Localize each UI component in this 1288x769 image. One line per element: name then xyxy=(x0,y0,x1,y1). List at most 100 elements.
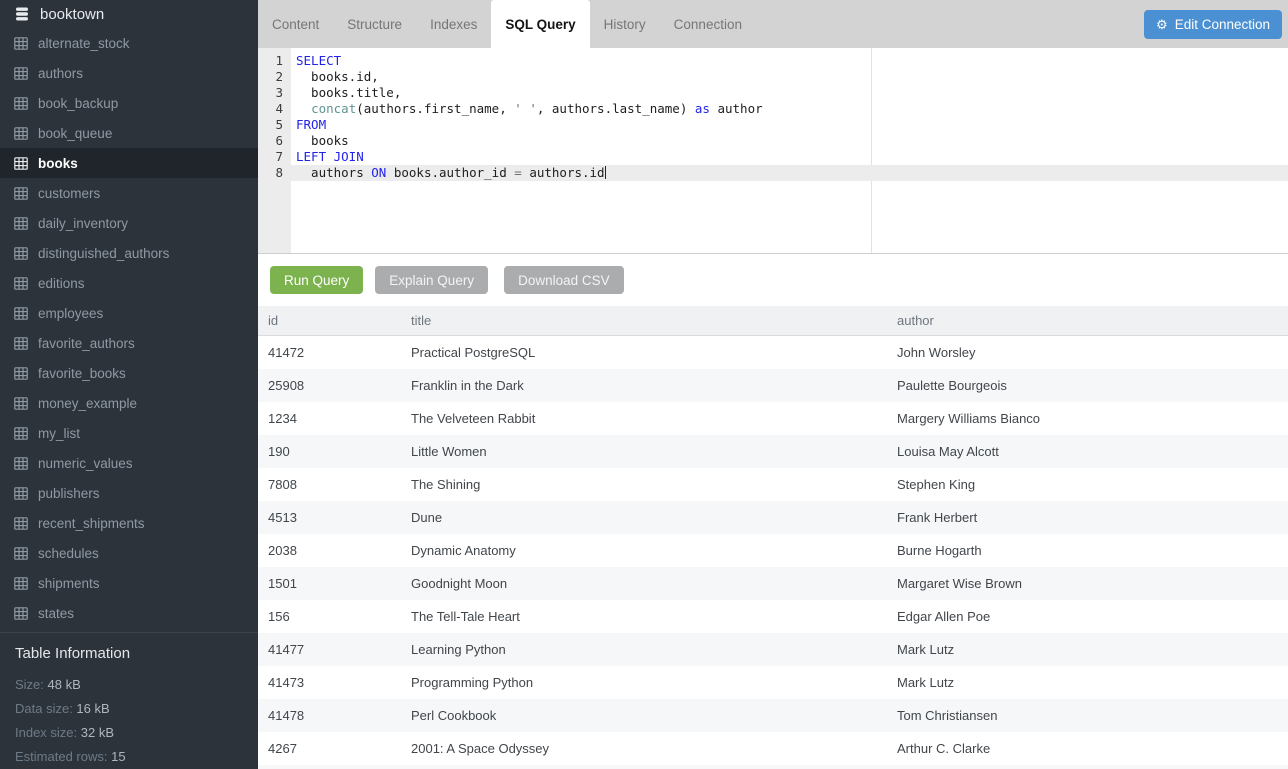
sidebar-item-label: books xyxy=(38,156,78,171)
table-grid-icon xyxy=(14,97,28,110)
download-csv-button[interactable]: Download CSV xyxy=(504,266,624,294)
table-row[interactable]: 2038Dynamic AnatomyBurne Hogarth xyxy=(258,534,1288,567)
sidebar-item-authors[interactable]: authors xyxy=(0,58,258,88)
code-line-6[interactable]: books xyxy=(291,133,1288,149)
column-header-id[interactable]: id xyxy=(258,306,401,335)
cell-id: 4513 xyxy=(258,501,401,534)
sidebar-item-favorite_authors[interactable]: favorite_authors xyxy=(0,328,258,358)
line-number: 3 xyxy=(258,85,283,101)
table-row[interactable]: 41473Programming PythonMark Lutz xyxy=(258,666,1288,699)
tab-content[interactable]: Content xyxy=(258,0,333,48)
results-table: idtitleauthor 41472Practical PostgreSQLJ… xyxy=(258,306,1288,769)
table-row[interactable]: 4513DuneFrank Herbert xyxy=(258,501,1288,534)
cell-title: Little Women xyxy=(401,435,887,468)
code-line-5[interactable]: FROM xyxy=(291,117,1288,133)
table-row[interactable]: 41477Learning PythonMark Lutz xyxy=(258,633,1288,666)
table-row[interactable]: 156The Tell-Tale HeartEdgar Allen Poe xyxy=(258,600,1288,633)
table-row[interactable]: 7808The ShiningStephen King xyxy=(258,468,1288,501)
code-line-3[interactable]: books.title, xyxy=(291,85,1288,101)
sidebar-item-label: favorite_books xyxy=(38,366,126,381)
code-line-7[interactable]: LEFT JOIN xyxy=(291,149,1288,165)
text-cursor xyxy=(605,166,606,179)
sidebar-item-label: my_list xyxy=(38,426,80,441)
explain-query-button[interactable]: Explain Query xyxy=(375,266,488,294)
run-query-button[interactable]: Run Query xyxy=(270,266,363,294)
code-line-8[interactable]: authors ON books.author_id = authors.id xyxy=(291,165,1288,181)
cell-author: Paulette Bourgeois xyxy=(887,369,1288,402)
table-grid-icon xyxy=(14,547,28,560)
sidebar-item-alternate_stock[interactable]: alternate_stock xyxy=(0,28,258,58)
table-row[interactable]: 190Little WomenLouisa May Alcott xyxy=(258,435,1288,468)
code-line-2[interactable]: books.id, xyxy=(291,69,1288,85)
sidebar-item-label: daily_inventory xyxy=(38,216,128,231)
tab-structure[interactable]: Structure xyxy=(333,0,416,48)
sidebar-item-shipments[interactable]: shipments xyxy=(0,568,258,598)
sql-token-plain: authors xyxy=(296,165,371,180)
sidebar-item-numeric_values[interactable]: numeric_values xyxy=(0,448,258,478)
cell-title: Programming Python xyxy=(401,666,887,699)
cell-id: 25908 xyxy=(258,369,401,402)
table-list: alternate_stockauthors book_backup book_qu… xyxy=(0,28,258,628)
table-row[interactable]: 1501Goodnight MoonMargaret Wise Brown xyxy=(258,567,1288,600)
cell-author: Mark Lutz xyxy=(887,633,1288,666)
tab-indexes[interactable]: Indexes xyxy=(416,0,491,48)
database-name: booktown xyxy=(40,6,104,23)
sql-token-keyword: FROM xyxy=(296,117,326,132)
sql-token-plain: books.author_id xyxy=(386,165,514,180)
table-grid-icon xyxy=(14,307,28,320)
table-grid-icon xyxy=(14,487,28,500)
sidebar-item-label: book_queue xyxy=(38,126,112,141)
sql-editor[interactable]: 12345678 SELECT books.id, books.title, c… xyxy=(258,48,1288,254)
tab-history[interactable]: History xyxy=(590,0,660,48)
sidebar-item-label: book_backup xyxy=(38,96,118,111)
code-line-4[interactable]: concat(authors.first_name, ' ', authors.… xyxy=(291,101,1288,117)
sidebar-item-book_queue[interactable]: book_queue xyxy=(0,118,258,148)
sql-token-plain: books.id, xyxy=(296,69,379,84)
cell-author: Arthur C. Clarke xyxy=(887,732,1288,765)
sidebar-item-distinguished_authors[interactable]: distinguished_authors xyxy=(0,238,258,268)
tab-connection[interactable]: Connection xyxy=(660,0,756,48)
sidebar-item-states[interactable]: states xyxy=(0,598,258,628)
sidebar-item-customers[interactable]: customers xyxy=(0,178,258,208)
sidebar-item-editions[interactable]: editions xyxy=(0,268,258,298)
sidebar-item-recent_shipments[interactable]: recent_shipments xyxy=(0,508,258,538)
editor-code[interactable]: SELECT books.id, books.title, concat(aut… xyxy=(291,48,1288,253)
sidebar-item-label: money_example xyxy=(38,396,137,411)
sidebar-item-my_list[interactable]: my_list xyxy=(0,418,258,448)
cell-author: John Worsley xyxy=(887,336,1288,369)
cell-title: Practical PostgreSQL xyxy=(401,336,887,369)
line-number: 8 xyxy=(258,165,283,181)
line-number: 1 xyxy=(258,53,283,69)
cell-id: 41477 xyxy=(258,633,401,666)
database-icon xyxy=(14,6,30,22)
tab-sql-query[interactable]: SQL Query xyxy=(491,0,589,48)
cell-title: Dynamic Anatomy xyxy=(401,534,887,567)
sidebar-item-employees[interactable]: employees xyxy=(0,298,258,328)
cell-id: 2038 xyxy=(258,534,401,567)
edit-connection-button[interactable]: ⚙ Edit Connection xyxy=(1144,10,1282,39)
table-row[interactable]: 41472Practical PostgreSQLJohn Worsley xyxy=(258,336,1288,369)
cell-id: 41472 xyxy=(258,336,401,369)
table-row[interactable]: 25908Franklin in the DarkPaulette Bourge… xyxy=(258,369,1288,402)
sidebar-item-money_example[interactable]: money_example xyxy=(0,388,258,418)
sidebar-item-favorite_books[interactable]: favorite_books xyxy=(0,358,258,388)
sql-token-plain: author xyxy=(710,101,763,116)
table-grid-icon xyxy=(14,427,28,440)
cell-title: The Tell-Tale Heart xyxy=(401,600,887,633)
table-row[interactable]: 41478Perl CookbookTom Christiansen xyxy=(258,699,1288,732)
sidebar-item-daily_inventory[interactable]: daily_inventory xyxy=(0,208,258,238)
sql-token-plain: books.title, xyxy=(296,85,401,100)
column-header-author[interactable]: author xyxy=(887,306,1288,335)
sidebar-item-publishers[interactable]: publishers xyxy=(0,478,258,508)
table-row[interactable]: 42672001: A Space OdysseyArthur C. Clark… xyxy=(258,732,1288,765)
sql-token-keyword: LEFT JOIN xyxy=(296,149,364,164)
cell-title: The Velveteen Rabbit xyxy=(401,402,887,435)
code-line-1[interactable]: SELECT xyxy=(291,53,1288,69)
sidebar-item-book_backup[interactable]: book_backup xyxy=(0,88,258,118)
sidebar-item-schedules[interactable]: schedules xyxy=(0,538,258,568)
sidebar-item-books[interactable]: books xyxy=(0,148,258,178)
table-info-row: Size: 48 kB xyxy=(15,673,243,697)
table-information-heading: Table Information xyxy=(15,645,243,662)
column-header-title[interactable]: title xyxy=(401,306,887,335)
table-row[interactable]: 1234The Velveteen RabbitMargery Williams… xyxy=(258,402,1288,435)
